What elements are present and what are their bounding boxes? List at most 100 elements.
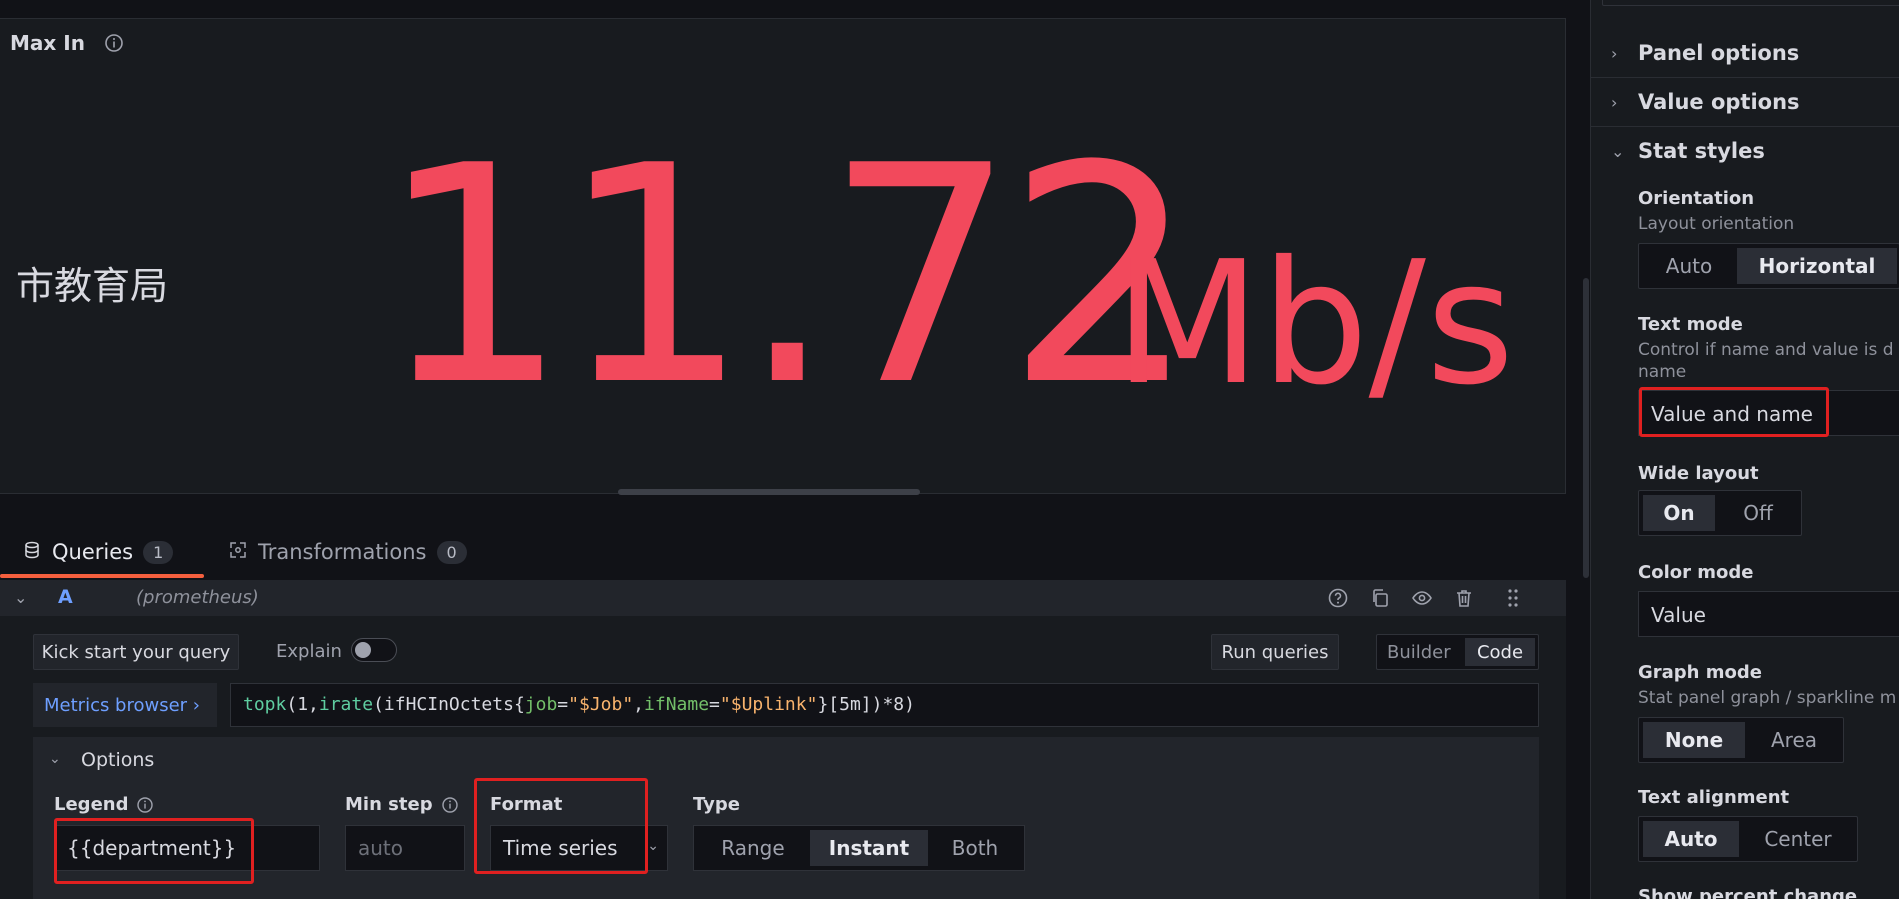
min-step-label: Min step	[345, 794, 459, 815]
query-datasource: (prometheus)	[136, 587, 259, 608]
section-value-options[interactable]: › Value options	[1591, 79, 1899, 127]
query-options: ⌄ Options Legend {{department}} Min step…	[33, 737, 1539, 899]
wide-layout-off[interactable]: Off	[1717, 495, 1799, 531]
graph-mode-radio: None Area	[1638, 717, 1844, 763]
graph-mode-desc: Stat panel graph / sparkline m	[1638, 688, 1897, 708]
query-expression-editor[interactable]: topk(1,irate(ifHCInOctets{job = "$Job",ifN…	[230, 683, 1539, 727]
explain-label: Explain	[276, 641, 342, 662]
legend-label-text: Legend	[54, 794, 129, 815]
panel-options-sidebar: › Panel options › Value options ⌄ Stat s…	[1590, 0, 1899, 899]
text-mode-label: Text mode	[1638, 314, 1743, 335]
options-search-input[interactable]	[1602, 0, 1899, 6]
expr-token: irate	[318, 694, 374, 715]
orientation-desc: Layout orientation	[1638, 214, 1795, 234]
query-type-radio: Range Instant Both	[693, 825, 1025, 871]
expr-token: "$Job"	[568, 694, 634, 715]
panel-resize-handle[interactable]	[618, 489, 920, 495]
wide-layout-radio: On Off	[1638, 490, 1802, 536]
explain-toggle[interactable]	[351, 638, 397, 662]
chevron-right-icon: ›	[1611, 44, 1618, 63]
text-mode-desc-2: name	[1638, 362, 1687, 382]
section-panel-options[interactable]: › Panel options	[1591, 30, 1899, 78]
stat-unit: Mb/s	[1114, 225, 1515, 423]
transform-icon	[228, 540, 248, 565]
show-percent-change-label: Show percent change	[1638, 886, 1858, 899]
highlight-legend	[54, 818, 254, 884]
copy-icon[interactable]	[1369, 587, 1391, 609]
info-icon[interactable]	[136, 796, 154, 814]
orientation-auto[interactable]: Auto	[1643, 248, 1735, 284]
expr-token: topk	[243, 694, 287, 715]
run-queries-button[interactable]: Run queries	[1211, 634, 1339, 670]
text-alignment-radio: Auto Center	[1638, 816, 1858, 862]
editor-mode-switch: Builder Code	[1376, 634, 1539, 670]
graph-mode-none[interactable]: None	[1643, 722, 1745, 758]
min-step-input[interactable]: auto	[345, 825, 465, 871]
orientation-radio: Auto Horizontal	[1638, 243, 1899, 289]
expr-token: job	[524, 694, 558, 715]
highlight-format	[474, 778, 648, 874]
info-icon[interactable]	[441, 796, 459, 814]
panel-title: Max In	[10, 31, 85, 55]
expr-token: "$Uplink"	[719, 694, 818, 715]
stat-panel-preview: Max In 市教育局 11.72 Mb/s	[0, 18, 1566, 494]
expr-token: (1,	[286, 694, 319, 715]
explain-toggle-knob	[355, 642, 371, 658]
expr-token: ,	[633, 694, 645, 715]
editor-scrollbar[interactable]	[1583, 278, 1589, 578]
highlight-text-mode	[1639, 387, 1829, 437]
query-tabs: Queries 1 Transformations 0	[0, 524, 1566, 580]
expr-token: ifName	[644, 694, 710, 715]
tab-transformations[interactable]: Transformations 0	[228, 524, 467, 580]
tab-transformations-count: 0	[436, 540, 467, 564]
section-title: Value options	[1638, 90, 1800, 114]
wide-layout-label: Wide layout	[1638, 463, 1759, 484]
section-title: Stat styles	[1638, 139, 1765, 163]
trash-icon[interactable]	[1453, 587, 1475, 609]
expr-token: }[5m])*8)	[817, 694, 915, 715]
database-icon	[22, 540, 42, 565]
eye-icon[interactable]	[1411, 587, 1433, 609]
type-label: Type	[693, 794, 740, 815]
kick-start-query-button[interactable]: Kick start your query	[33, 634, 239, 670]
color-mode-label: Color mode	[1638, 562, 1754, 583]
graph-mode-area[interactable]: Area	[1747, 722, 1841, 758]
mode-builder[interactable]: Builder	[1387, 642, 1451, 663]
orientation-label: Orientation	[1638, 188, 1755, 209]
stat-series-name: 市教育局	[16, 264, 169, 308]
tab-transformations-label: Transformations	[258, 540, 427, 564]
options-title[interactable]: Options	[81, 749, 154, 771]
info-icon[interactable]	[104, 33, 124, 53]
expr-token: =	[709, 694, 720, 715]
graph-mode-label: Graph mode	[1638, 662, 1762, 683]
text-alignment-auto[interactable]: Auto	[1643, 821, 1739, 857]
orientation-horizontal[interactable]: Horizontal	[1737, 248, 1897, 284]
wide-layout-on[interactable]: On	[1643, 495, 1715, 531]
mode-code[interactable]: Code	[1465, 638, 1535, 666]
tab-queries-count: 1	[143, 540, 174, 564]
editor-area: Max In 市教育局 11.72 Mb/s Queries 1 Transfo…	[0, 0, 1590, 899]
chevron-down-icon: ⌄	[1611, 142, 1625, 161]
chevron-down-icon: ⌄	[647, 838, 659, 854]
text-alignment-label: Text alignment	[1638, 787, 1790, 808]
type-instant[interactable]: Instant	[810, 830, 928, 866]
stat-value: 11.72	[378, 102, 1197, 451]
min-step-label-text: Min step	[345, 794, 433, 815]
chevron-down-icon[interactable]: ⌄	[14, 588, 27, 607]
metrics-browser-button[interactable]: Metrics browser ›	[33, 683, 217, 727]
legend-label: Legend	[54, 794, 154, 815]
section-stat-styles[interactable]: ⌄ Stat styles	[1591, 128, 1899, 176]
chevron-right-icon: ›	[1611, 93, 1618, 112]
query-row-header: ⌄ A (prometheus)	[0, 580, 1566, 616]
text-alignment-center[interactable]: Center	[1741, 821, 1855, 857]
color-mode-select[interactable]: Value	[1638, 591, 1899, 637]
active-tab-indicator	[0, 574, 204, 578]
type-both[interactable]: Both	[930, 830, 1020, 866]
expr-token: (ifHCInOctets{	[373, 694, 525, 715]
tab-queries[interactable]: Queries 1	[22, 524, 174, 580]
drag-handle-icon[interactable]	[1502, 587, 1524, 609]
query-ref-id[interactable]: A	[58, 586, 73, 608]
chevron-down-icon[interactable]: ⌄	[49, 751, 61, 767]
type-range[interactable]: Range	[698, 830, 808, 866]
help-icon[interactable]	[1327, 587, 1349, 609]
